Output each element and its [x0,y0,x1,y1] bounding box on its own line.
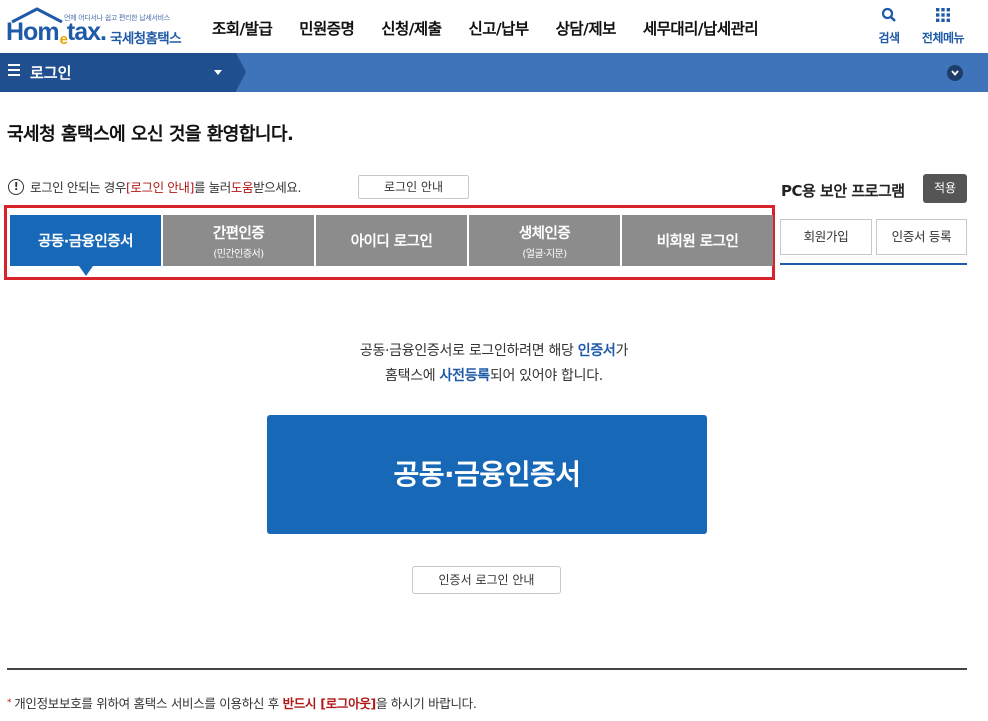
gnb-item-tax-agent[interactable]: 세무대리/납세관리 [643,17,759,39]
tab-biometric[interactable]: 생체인증 (얼굴·지문) [469,215,620,266]
location-bar: 로그인 [0,53,988,92]
notice-middle: 를 눌러 [193,180,231,195]
description-line-2: 홈택스에 사전등록되어 있어야 합니다. [0,365,988,385]
tab-label: 생체인증 [518,225,571,242]
top-header: 언제 어디서나 쉽고 편리한 납세서비스 Hometax. 국세청홈택스 조회/… [0,0,988,53]
notice-prefix: 로그인 안되는 경우 [30,180,126,195]
search-icon [881,7,896,22]
hamburger-icon [8,64,20,79]
search-label: 검색 [878,31,900,45]
logo-agency: 국세청홈택스 [110,31,182,47]
cert-register-button[interactable]: 인증서 등록 [876,219,967,255]
gnb-item-inquiry[interactable]: 조회/발급 [212,17,273,39]
tab-label: 비회원 로그인 [656,234,739,250]
tab-non-member[interactable]: 비회원 로그인 [622,215,773,266]
security-apply-button[interactable]: 적용 [923,174,967,203]
gnb-item-application[interactable]: 신청/제출 [381,17,442,39]
tab-sublabel: (민간인증서) [213,248,264,260]
pc-security-label: PC용 보안 프로그램 [781,182,905,200]
header-all-menu-button[interactable]: 전체메뉴 [917,7,969,46]
desc-text: 공동·금융인증서로 로그인하려면 해당 [359,343,578,359]
logo-wordmark-right: tax. [66,18,107,46]
login-guide-button[interactable]: 로그인 안내 [358,175,469,199]
all-menu-label: 전체메뉴 [921,31,965,45]
cert-login-guide-button[interactable]: 인증서 로그인 안내 [412,566,561,594]
notice-help: 도움 [230,180,254,195]
joint-cert-login-button[interactable]: 공동·금융인증서 [267,415,707,534]
login-tabs: 공동·금융인증서 간편인증 (민간인증서) 아이디 로그인 생체인증 (얼굴·지… [10,215,773,276]
tab-label: 간편인증 [212,225,265,242]
location-dropdown[interactable]: 로그인 [0,53,236,92]
grid-menu-icon [936,8,950,22]
footnote-text: 을 하시기 바랍니다. [375,696,477,711]
footer-divider [7,668,967,670]
notice-link-text: [로그인 안내] [125,180,194,195]
location-arrow [236,53,246,91]
warning-circle-icon: ! [8,178,24,195]
caret-down-icon [214,70,222,75]
gnb-item-certificates[interactable]: 민원증명 [299,17,355,39]
desc-highlight-cert: 인증서 [577,343,616,359]
desc-text: 홈택스에 [385,368,440,384]
header-search-button[interactable]: 검색 [863,7,915,46]
desc-text: 되어 있어야 합니다. [489,368,603,384]
footnote-bullet: * [7,698,12,708]
join-button[interactable]: 회원가입 [780,219,872,255]
footnote-text: 개인정보보호를 위하여 홈택스 서비스를 이용하신 후 [14,696,283,711]
notice-suffix: 받으세요. [253,180,302,195]
privacy-footnote: * 개인정보보호를 위하여 홈택스 서비스를 이용하신 후 반드시 [로그아웃]을… [7,693,477,712]
tab-label: 공동·금융인증서 [38,234,133,250]
gnb-item-filing[interactable]: 신고/납부 [468,17,529,39]
hometax-logo[interactable]: 언제 어디서나 쉽고 편리한 납세서비스 Hometax. 국세청홈택스 [6,5,191,49]
login-notice: ! 로그인 안되는 경우 [로그인 안내] 를 눌러 도움 받으세요. [8,177,301,196]
logo-wordmark: Hometax. [6,18,107,48]
tab-joint-financial-cert[interactable]: 공동·금융인증서 [10,215,161,276]
tab-simple-auth[interactable]: 간편인증 (민간인증서) [163,215,314,266]
logo-wordmark-e: e [59,31,68,48]
desc-text: 가 [615,343,629,359]
chevron-down-circle-icon[interactable] [947,65,963,81]
tab-label: 아이디 로그인 [350,234,433,250]
location-title: 로그인 [30,64,72,82]
welcome-heading: 국세청 홈택스에 오신 것을 환영합니다. [7,124,294,145]
gnb-item-consultation[interactable]: 상담/제보 [556,17,617,39]
tab-id-login[interactable]: 아이디 로그인 [316,215,467,266]
side-divider [780,263,967,265]
global-nav: 조회/발급 민원증명 신청/제출 신고/납부 상담/제보 세무대리/납세관리 [212,17,785,39]
logo-wordmark-left: Hom [6,18,60,46]
footnote-logout-emphasis: 반드시 [로그아웃] [282,696,377,711]
description-line-1: 공동·금융인증서로 로그인하려면 해당 인증서가 [0,340,988,360]
desc-highlight-preregister: 사전등록 [439,368,491,384]
tab-sublabel: (얼굴·지문) [522,248,567,260]
